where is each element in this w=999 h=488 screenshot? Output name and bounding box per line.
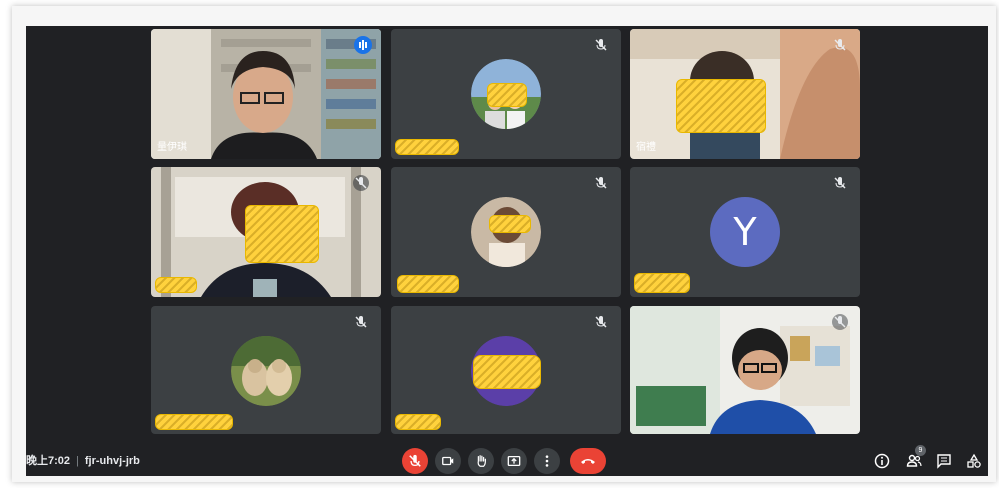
redacted-name-tag [395, 414, 441, 430]
camera-icon [442, 456, 454, 466]
mic-off-icon [595, 316, 607, 328]
camera-toggle-button[interactable] [435, 448, 461, 474]
participant-tile-2[interactable] [391, 29, 621, 159]
mic-off-icon [355, 316, 367, 328]
participant-tile-1[interactable]: 量伊琪 [151, 29, 381, 159]
speaking-indicator-icon [354, 36, 372, 54]
end-call-icon [581, 459, 595, 464]
redacted-name-tag [634, 273, 690, 293]
activities-icon [967, 453, 981, 468]
raise-hand-button[interactable] [468, 448, 494, 474]
participant-tile-9[interactable] [630, 306, 860, 434]
mic-off-icon [595, 39, 607, 51]
participant-name: 量伊琪 [157, 142, 187, 153]
redaction-box [473, 355, 541, 389]
mic-toggle-button[interactable] [402, 448, 428, 474]
mic-off-icon [834, 39, 846, 51]
more-vert-icon [545, 455, 549, 467]
redaction-box [487, 83, 527, 107]
info-icon [874, 453, 890, 469]
activities-button[interactable] [964, 451, 984, 471]
redacted-name-tag [397, 275, 459, 293]
present-button[interactable] [501, 448, 527, 474]
redacted-name-tag [395, 139, 459, 155]
redacted-name-tag [155, 277, 197, 293]
participant-tile-5[interactable] [391, 167, 621, 297]
redaction-box [676, 79, 766, 133]
present-screen-icon [507, 455, 521, 467]
redacted-name-tag [155, 414, 233, 430]
meeting-details-button[interactable] [872, 451, 892, 471]
mic-off-icon [834, 177, 846, 189]
mic-off-icon [409, 454, 421, 467]
mic-off-icon [832, 314, 848, 330]
meeting-code[interactable]: fjr-uhvj-jrb [85, 455, 140, 467]
participant-count-badge: 9 [915, 445, 926, 456]
participant-tile-3[interactable]: 宿禮 [630, 29, 860, 159]
redaction-box [245, 205, 319, 263]
redaction-box [489, 215, 531, 233]
participant-tile-8[interactable] [391, 306, 621, 434]
mic-off-icon [353, 175, 369, 191]
chat-icon [937, 454, 951, 469]
google-meet-window: 量伊琪 宿禮 Y 晚上7:02 | fjr-uhvj-jrb 9 [26, 26, 988, 476]
people-button[interactable]: 9 [904, 445, 926, 471]
separator: | [76, 455, 79, 467]
more-options-button[interactable] [534, 448, 560, 474]
participant-tile-4[interactable] [151, 167, 381, 297]
participant-avatar [231, 336, 301, 406]
participant-video [630, 306, 860, 434]
hand-icon [477, 455, 486, 467]
letter-avatar: Y [710, 197, 780, 267]
meeting-info: 晚上7:02 | fjr-uhvj-jrb [26, 450, 140, 472]
mic-off-icon [595, 177, 607, 189]
participant-tile-7[interactable] [151, 306, 381, 434]
current-time: 晚上7:02 [26, 455, 71, 467]
participant-name: 宿禮 [636, 142, 656, 153]
end-call-button[interactable] [570, 448, 606, 474]
chat-button[interactable] [934, 451, 954, 471]
participant-tile-6[interactable]: Y [630, 167, 860, 297]
